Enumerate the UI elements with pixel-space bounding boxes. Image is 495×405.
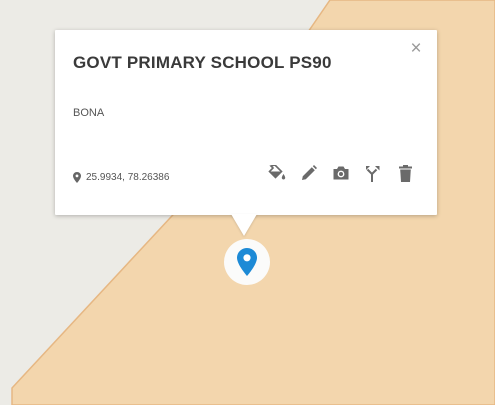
paint-bucket-icon: [267, 164, 285, 179]
popup-description: BONA: [73, 107, 105, 119]
map-pin-icon: [237, 248, 257, 276]
location-popup: GOVT PRIMARY SCHOOL PS90 × BONA 25.9934,…: [55, 30, 437, 215]
camera-icon: [333, 166, 349, 180]
close-button[interactable]: ×: [405, 38, 427, 60]
location-marker[interactable]: [224, 239, 270, 285]
popup-pointer: [231, 214, 257, 236]
add-photo-button[interactable]: [331, 163, 351, 183]
edit-button[interactable]: [299, 163, 319, 183]
directions-button[interactable]: [363, 163, 383, 183]
popup-title: GOVT PRIMARY SCHOOL PS90: [73, 53, 332, 72]
coordinates-row: 25.9934, 78.26386: [73, 172, 169, 183]
small-pin-icon: [73, 172, 81, 183]
fill-color-button[interactable]: [267, 163, 287, 183]
route-fork-icon: [366, 165, 380, 182]
coordinates-text: 25.9934, 78.26386: [86, 172, 170, 183]
delete-button[interactable]: [395, 163, 415, 183]
trash-icon: [398, 164, 412, 182]
pencil-icon: [302, 165, 317, 180]
map-view[interactable]: GOVT PRIMARY SCHOOL PS90 × BONA 25.9934,…: [0, 0, 495, 405]
popup-toolbar: [267, 163, 415, 183]
